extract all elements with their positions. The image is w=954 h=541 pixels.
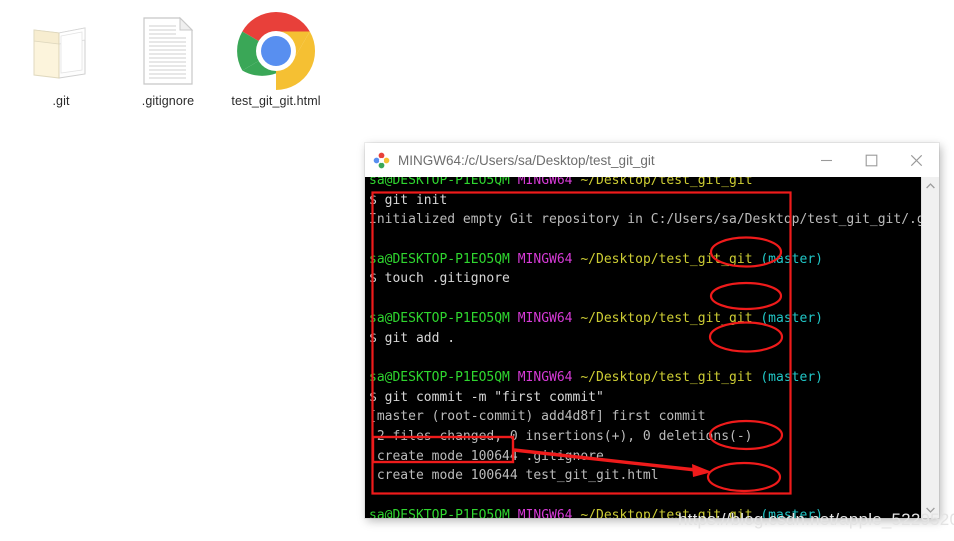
prompt-branch: (master) — [752, 251, 823, 267]
prompt-path: ~/Desktop/test_git_git — [580, 310, 753, 326]
terminal-line: [master (root-commit) add4d8f] first com… — [369, 407, 921, 427]
terminal-output: [master (root-commit) add4d8f] first com… — [369, 409, 706, 425]
document-icon — [113, 8, 223, 94]
minimize-button[interactable] — [804, 143, 849, 177]
terminal-line: $ git commit -m "first commit" — [369, 388, 921, 408]
prompt-user: sa@DESKTOP-P1EO5QM — [369, 369, 518, 385]
close-button[interactable] — [894, 143, 939, 177]
maximize-button[interactable] — [849, 143, 894, 177]
terminal-output: Initialized empty Git repository in C:/U… — [369, 212, 939, 228]
prompt-user: sa@DESKTOP-P1EO5QM — [369, 251, 518, 267]
prompt-shell: MINGW64 — [517, 177, 581, 188]
scrollbar-thumb[interactable] — [922, 194, 939, 494]
desktop-icon-gitignore[interactable]: .gitignore — [113, 8, 223, 108]
terminal-command: $ git init — [369, 192, 448, 208]
prompt-user: sa@DESKTOP-P1EO5QM — [369, 507, 518, 518]
terminal-console-output: sa@DESKTOP-P1EO5QM MINGW64 ~/Desktop/tes… — [365, 177, 939, 518]
prompt-path: ~/Desktop/test_git_git — [580, 251, 753, 267]
prompt-branch: (master) — [752, 369, 823, 385]
desktop-icon-label: test_git_git.html — [231, 94, 321, 108]
prompt-shell: MINGW64 — [517, 507, 581, 518]
desktop-icon-test-git-git-html[interactable]: test_git_git.html — [221, 8, 331, 108]
mingw64-terminal-window[interactable]: MINGW64:/c/Users/sa/Desktop/test_git_git… — [365, 143, 939, 518]
window-title-bar[interactable]: MINGW64:/c/Users/sa/Desktop/test_git_git — [365, 143, 939, 177]
desktop-icon-label: .git — [52, 94, 70, 108]
terminal-line: $ touch .gitignore — [369, 269, 921, 289]
folder-icon — [6, 8, 116, 94]
prompt-user: sa@DESKTOP-P1EO5QM — [369, 177, 518, 188]
prompt-user: sa@DESKTOP-P1EO5QM — [369, 310, 518, 326]
csdn-watermark: https://blog.csdn.net/apple_52295201 — [678, 510, 954, 529]
terminal-line: $ git add . — [369, 329, 921, 349]
desktop-icon-label: .gitignore — [141, 94, 195, 108]
terminal-output: create mode 100644 test_git_git.html — [369, 468, 659, 484]
terminal-line: create mode 100644 .gitignore — [369, 447, 921, 467]
terminal-output: 2 files changed, 0 insertions(+), 0 dele… — [369, 428, 753, 444]
terminal-command: $ git commit -m "first commit" — [369, 389, 604, 405]
terminal-output: create mode 100644 .gitignore — [369, 448, 604, 464]
desktop-icon-git-folder[interactable]: .git — [6, 8, 116, 108]
terminal-line: sa@DESKTOP-P1EO5QM MINGW64 ~/Desktop/tes… — [369, 368, 921, 388]
prompt-shell: MINGW64 — [517, 251, 581, 267]
terminal-line: sa@DESKTOP-P1EO5QM MINGW64 ~/Desktop/tes… — [369, 177, 921, 191]
window-controls — [804, 143, 939, 177]
terminal-scrollbar[interactable] — [921, 177, 939, 518]
chrome-icon — [221, 8, 331, 94]
terminal-line: Initialized empty Git repository in C:/U… — [369, 210, 939, 230]
prompt-shell: MINGW64 — [517, 369, 581, 385]
terminal-line: create mode 100644 test_git_git.html — [369, 466, 921, 486]
terminal-command: $ touch .gitignore — [369, 271, 510, 287]
terminal-line: sa@DESKTOP-P1EO5QM MINGW64 ~/Desktop/tes… — [369, 309, 921, 329]
terminal-line: 2 files changed, 0 insertions(+), 0 dele… — [369, 427, 921, 447]
terminal-command: $ git add . — [369, 330, 456, 346]
terminal-line: sa@DESKTOP-P1EO5QM MINGW64 ~/Desktop/tes… — [369, 250, 921, 270]
prompt-path: ~/Desktop/test_git_git — [580, 177, 753, 188]
prompt-path: ~/Desktop/test_git_git — [580, 369, 753, 385]
mingw64-logo-icon — [373, 152, 390, 168]
prompt-branch: (master) — [752, 310, 823, 326]
window-title-text: MINGW64:/c/Users/sa/Desktop/test_git_git — [398, 152, 655, 168]
prompt-shell: MINGW64 — [517, 310, 581, 326]
desktop-screen: .git .gitignore test_git_git.html MINGW6… — [0, 0, 954, 541]
terminal-line: $ git init — [369, 191, 921, 211]
scroll-up-arrow-icon[interactable] — [922, 177, 939, 194]
terminal-body[interactable]: sa@DESKTOP-P1EO5QM MINGW64 ~/Desktop/tes… — [365, 177, 939, 518]
